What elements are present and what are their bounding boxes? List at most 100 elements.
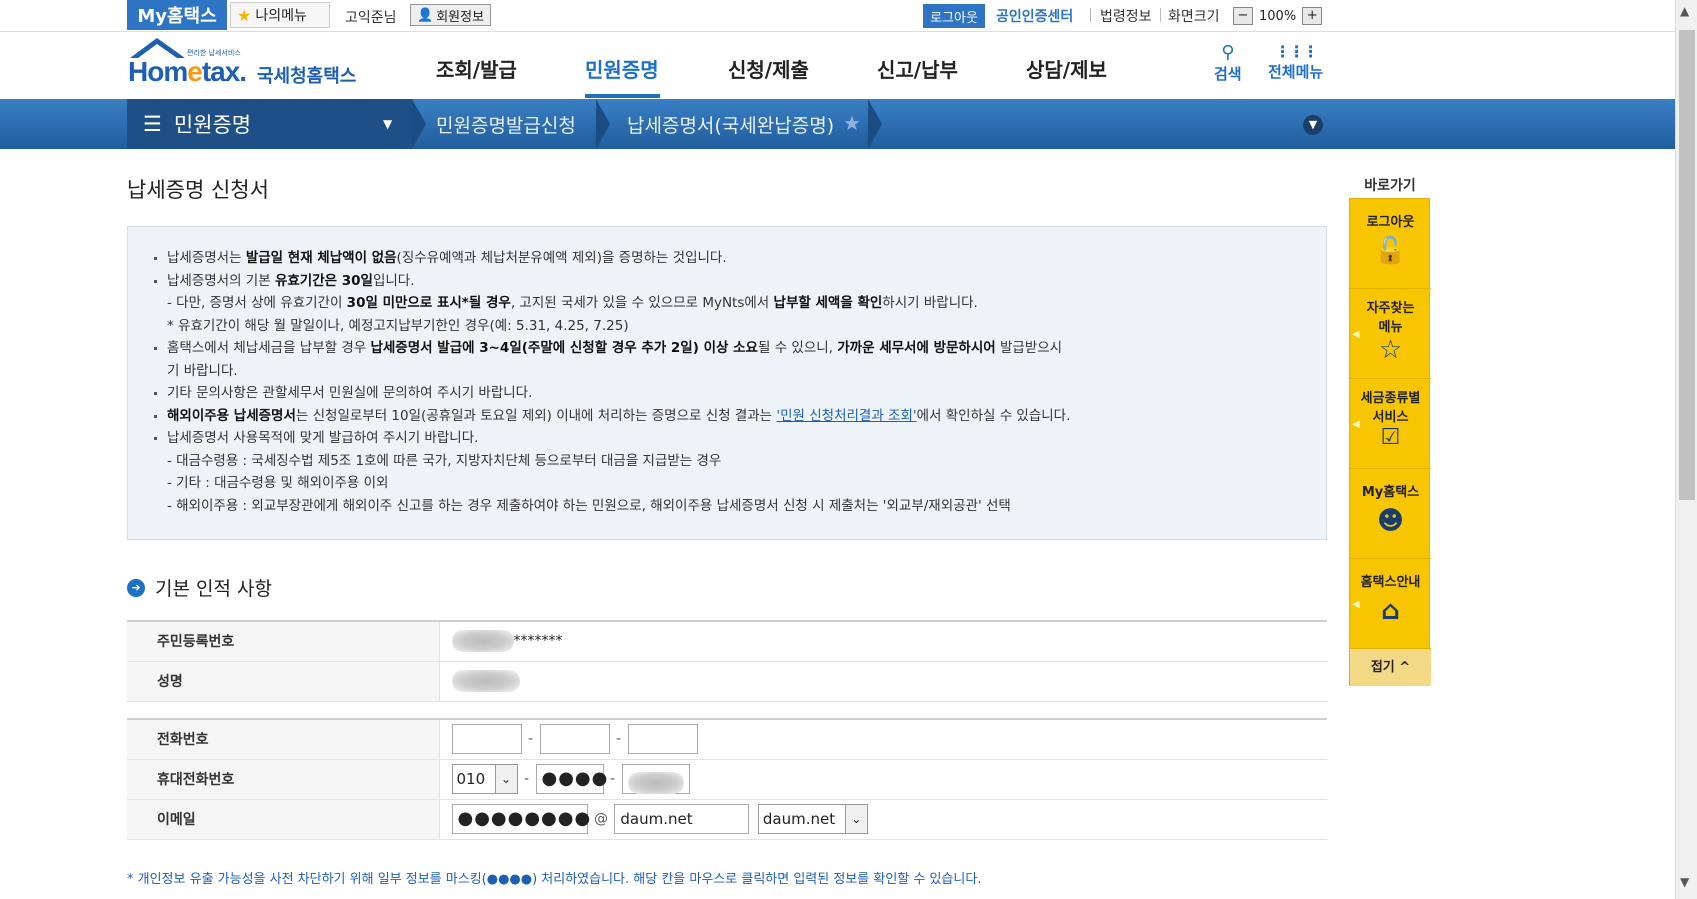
location-home-label: 민원증명 <box>173 113 252 137</box>
quick-logout-label: 로그아웃 <box>1366 215 1415 230</box>
zoom-in-button[interactable]: + <box>1302 7 1323 25</box>
quick-my-hometax[interactable]: My홈택스 ☻ <box>1350 469 1431 559</box>
rrn-label: 주민등록번호 <box>127 621 440 662</box>
chevron-down-icon[interactable]: ▼ <box>1303 115 1323 135</box>
favorite-star-icon[interactable]: ★ <box>843 111 861 135</box>
search-icon: ⚲ <box>1221 42 1235 63</box>
cert-center-link[interactable]: 공인인증센터 <box>996 6 1073 26</box>
phone-field-2[interactable] <box>539 724 610 755</box>
zoom-level: 100% <box>1259 8 1297 24</box>
at-sign: @ <box>593 811 608 827</box>
masked-blur <box>451 670 520 692</box>
notice-line: - 기타 : 대금수령용 및 해외이주용 이외 <box>167 475 389 491</box>
person-icon: ☻ <box>1376 506 1405 536</box>
email-label: 이메일 <box>127 799 440 840</box>
quick-tax-label-1: 세금종류별 <box>1360 391 1421 406</box>
nav-consult[interactable]: 상담/제보 <box>1026 54 1107 83</box>
quick-tax-label-2: 서비스 <box>1372 410 1409 425</box>
star-icon: ★ <box>237 5 252 25</box>
section-title: ➜ 기본 인적 사항 <box>127 574 272 601</box>
top-utility-bar: My홈택스 ★ 나의메뉴 고익준님 👤 회원정보 로그아웃 공인인증센터 법령정… <box>0 0 1675 32</box>
notice-line: - 해외이주용 : 외교부장관에게 해외이주 신고를 하는 경우 제출하여야 하… <box>167 497 1011 514</box>
email-domain-field[interactable]: daum.net <box>614 804 750 834</box>
masking-note: * 개인정보 유출 가능성을 사전 차단하기 위해 일부 정보를 마스킹(●●●… <box>127 872 982 887</box>
notice-line: 납세증명서의 기본 유효기간은 30일입니다. <box>154 270 1300 293</box>
quick-guide-label: 홈택스안내 <box>1360 575 1421 590</box>
member-info-button[interactable]: 👤 회원정보 <box>410 4 492 26</box>
phone-field-3[interactable] <box>627 724 698 755</box>
name-value <box>439 661 1327 702</box>
mobile-last-field[interactable] <box>621 764 690 794</box>
quick-faq-label-1: 자주찾는 <box>1366 301 1415 316</box>
notice-line: 기타 문의사항은 관할세무서 민원실에 문의하여 주시기 바랍니다. <box>154 382 1300 405</box>
scroll-thumb[interactable] <box>1679 30 1695 500</box>
member-info-label: 회원정보 <box>436 9 485 25</box>
all-menu-button[interactable]: ⋮⋮⋮ 전체메뉴 <box>1268 42 1323 82</box>
my-menu-button[interactable]: ★ 나의메뉴 <box>230 2 330 28</box>
logout-button[interactable]: 로그아웃 <box>923 4 985 28</box>
notice-line: - 대금수령용 : 국세징수법 제5조 1호에 따른 국가, 지방자치단체 등으… <box>167 452 722 469</box>
email-value: ●●●●●●●● @ daum.net daum.net ⌄ <box>439 799 1327 840</box>
result-inquiry-link[interactable]: '민원 신청처리결과 조회' <box>776 408 916 424</box>
hometax-logo[interactable]: 편리한 납세서비스 Hometax. 국세청홈택스 <box>125 38 356 88</box>
divider <box>1160 8 1161 22</box>
arrow-circle-icon: ➜ <box>127 578 145 597</box>
breadcrumb-item-apply[interactable]: 민원증명발급신청 <box>436 111 576 138</box>
rrn-masked: ******* <box>513 633 563 650</box>
zoom-out-button[interactable]: − <box>1233 7 1253 25</box>
nav-civil-certificate[interactable]: 민원증명 <box>585 54 659 83</box>
email-domain-select[interactable]: daum.net ⌄ <box>757 804 868 834</box>
nav-application[interactable]: 신청/제출 <box>728 54 809 83</box>
house-logo-icon <box>130 38 185 58</box>
search-button[interactable]: ⚲ 검색 <box>1214 42 1242 84</box>
breadcrumb-separator <box>596 99 610 149</box>
notice-box: 납세증명서는 발급일 현재 체납액이 없음(징수유예액과 체납처분유예액 제외)… <box>127 226 1327 540</box>
scrollbar[interactable]: ▲ ▼ <box>1675 0 1697 899</box>
masked-blur <box>451 630 514 653</box>
nav-inquiry[interactable]: 조회/발급 <box>436 54 517 83</box>
masked-blur <box>627 771 684 794</box>
logo-wordmark: Hometax. <box>128 56 247 87</box>
name-label: 성명 <box>127 661 440 702</box>
phone-value: -- <box>439 719 1327 760</box>
chevron-down-icon: ⌄ <box>494 765 517 793</box>
chevron-down-icon: ⌄ <box>844 805 867 833</box>
grid-icon: ⋮⋮⋮ <box>1274 42 1319 61</box>
quick-logout[interactable]: 로그아웃 🔓 <box>1350 199 1431 289</box>
mobile-middle-field[interactable]: ●●●● <box>535 764 607 794</box>
table-row: 성명 <box>127 661 1327 702</box>
mobile-value: 010 ⌄ - ●●●● - <box>439 759 1327 800</box>
my-hometax-tab[interactable]: My홈택스 <box>127 0 227 30</box>
quick-tax-service[interactable]: ◀ 세금종류별 서비스 ☑ <box>1350 379 1431 469</box>
arrow-left-icon: ◀ <box>1352 419 1360 430</box>
dropdown-caret-icon[interactable]: ▼ <box>383 117 392 131</box>
search-label: 검색 <box>1214 65 1242 83</box>
scroll-up-icon[interactable]: ▲ <box>1680 4 1689 18</box>
unlock-icon: 🔓 <box>1374 236 1407 266</box>
checkbox-icon: ☑ <box>1380 425 1401 450</box>
contact-table: 전화번호 -- 휴대전화번호 010 ⌄ - ●●●● - 이메일 ●●●●●●●● @… <box>127 718 1327 840</box>
phone-field-1[interactable] <box>451 724 522 755</box>
quick-faq-menu[interactable]: ◀ 자주찾는 메뉴 ☆ <box>1350 289 1431 379</box>
notice-line: * 유효기간이 해당 월 말일이나, 예정고지납부기한인 경우(예: 5.31,… <box>167 317 629 334</box>
notice-line: - 다만, 증명서 상에 유효기간이 30일 미만으로 표시*될 경우, 고지된… <box>167 295 978 311</box>
nav-report-payment[interactable]: 신고/납부 <box>877 54 958 83</box>
mobile-prefix-select[interactable]: 010 ⌄ <box>451 764 518 794</box>
quick-close-button[interactable]: 접기 ^ <box>1350 649 1431 686</box>
breadcrumb-item-tax-certificate[interactable]: 납세증명서(국세완납증명) <box>627 111 834 138</box>
notice-line: 해외이주용 납세증명서는 신청일로부터 10일(공휴일과 토요일 제외) 이내에… <box>154 405 1300 428</box>
table-row: 이메일 ●●●●●●●● @ daum.net daum.net ⌄ <box>127 799 1327 840</box>
section-title-label: 기본 인적 사항 <box>155 578 272 600</box>
basic-info-table: 주민등록번호 ******* 성명 <box>127 620 1327 702</box>
quick-my-label: My홈택스 <box>1361 485 1420 500</box>
mobile-label: 휴대전화번호 <box>127 759 440 800</box>
my-menu-label: 나의메뉴 <box>255 8 307 24</box>
quick-guide[interactable]: ◀ 홈택스안내 ⌂ <box>1350 559 1431 649</box>
location-home[interactable]: ☰ 민원증명 <box>127 99 412 149</box>
quick-menu-title: 바로가기 <box>1364 178 1416 194</box>
scroll-down-icon[interactable]: ▼ <box>1680 875 1689 889</box>
nav-active-indicator <box>585 94 660 98</box>
email-id-field[interactable]: ●●●●●●●● <box>451 804 590 834</box>
table-row: 주민등록번호 ******* <box>127 621 1327 662</box>
law-info-link[interactable]: 법령정보 <box>1100 6 1152 26</box>
